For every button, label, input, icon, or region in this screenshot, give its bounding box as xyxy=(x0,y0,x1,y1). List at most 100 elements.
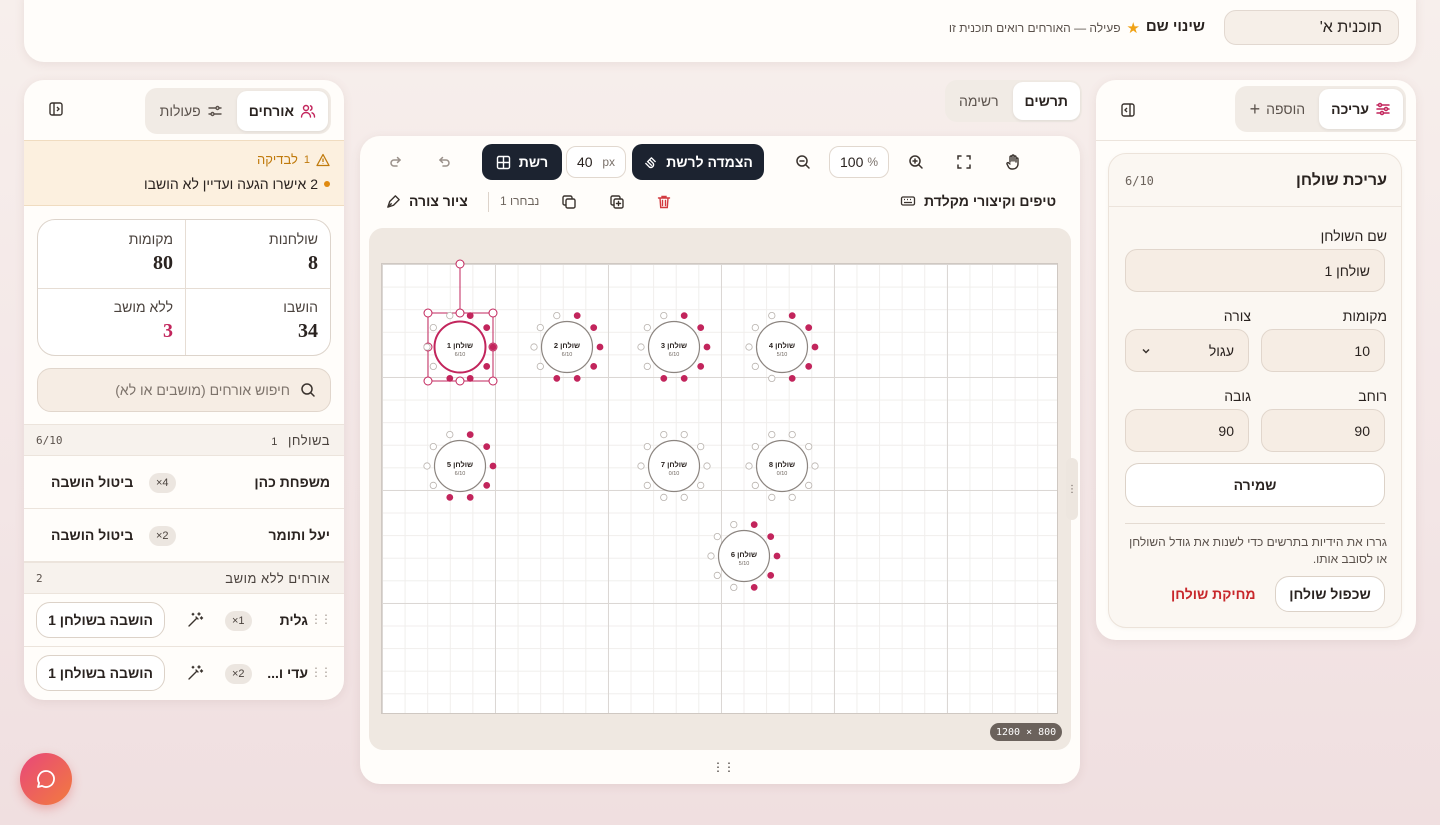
seat-empty[interactable] xyxy=(805,443,813,451)
seat-occupied[interactable] xyxy=(660,375,668,382)
seat-empty[interactable] xyxy=(429,362,437,371)
seat-occupied[interactable] xyxy=(750,583,758,591)
seat-occupied[interactable] xyxy=(788,375,796,382)
undo-icon[interactable] xyxy=(434,152,454,172)
zoom-out-icon[interactable] xyxy=(793,152,813,172)
seat-empty[interactable] xyxy=(536,323,544,332)
grid-toggle-button[interactable]: רשת xyxy=(482,144,562,180)
seats-field[interactable]: 10 xyxy=(1261,329,1385,372)
drag-handle-icon[interactable]: ⋮⋮ xyxy=(310,612,332,626)
seat-empty[interactable] xyxy=(429,443,437,451)
seat-occupied[interactable] xyxy=(466,312,474,319)
seat-empty[interactable] xyxy=(745,343,753,351)
chat-button[interactable] xyxy=(20,753,72,805)
pan-hand-icon[interactable] xyxy=(1002,151,1024,173)
seat-occupied[interactable] xyxy=(573,312,581,319)
grid-size-input[interactable]: 40 px xyxy=(566,146,626,178)
seat-occupied[interactable] xyxy=(446,493,454,501)
seat-empty[interactable] xyxy=(788,493,796,501)
snap-to-grid-button[interactable]: הצמדה לרשת xyxy=(632,144,764,180)
delete-table-button[interactable]: מחיקת שולחן xyxy=(1171,586,1256,602)
seat-occupied[interactable] xyxy=(483,481,491,489)
tab-add[interactable]: הוספה + xyxy=(1238,89,1317,129)
seat-empty[interactable] xyxy=(811,462,819,470)
seat-empty[interactable] xyxy=(697,481,705,489)
seat-empty[interactable] xyxy=(429,323,437,332)
duplicate-table-button[interactable]: שכפול שולחן xyxy=(1275,576,1385,612)
seat-empty[interactable] xyxy=(707,552,715,560)
seat-empty[interactable] xyxy=(637,343,645,351)
plan-name-field[interactable]: תוכנית א' xyxy=(1224,10,1399,45)
seat-occupied[interactable] xyxy=(553,375,561,382)
seat-empty[interactable] xyxy=(751,323,759,332)
zoom-input[interactable]: 100 % xyxy=(829,146,889,178)
seat-occupied[interactable] xyxy=(489,343,497,351)
seat-empty[interactable] xyxy=(768,374,776,383)
seat-empty[interactable] xyxy=(730,583,738,591)
seat-occupied[interactable] xyxy=(573,375,581,382)
resize-handle[interactable] xyxy=(423,308,433,318)
seat-occupied[interactable] xyxy=(596,343,604,351)
seat-empty[interactable] xyxy=(703,462,711,470)
seat-occupied[interactable] xyxy=(466,493,474,501)
magic-wand-icon[interactable] xyxy=(186,611,204,634)
seat-empty[interactable] xyxy=(751,481,759,489)
seat-occupied[interactable] xyxy=(805,324,813,331)
height-field[interactable]: 90 xyxy=(1125,409,1249,452)
seat-occupied[interactable] xyxy=(767,571,775,579)
table-1[interactable]: שולחן 1 6/10 xyxy=(423,311,497,382)
seat-empty[interactable] xyxy=(429,481,437,489)
shape-select[interactable]: עגול xyxy=(1125,329,1249,372)
fit-screen-icon[interactable] xyxy=(954,152,974,172)
table-3[interactable]: שולחן 3 6/10 xyxy=(637,311,711,382)
resize-handle[interactable] xyxy=(488,308,498,318)
zoom-in-icon[interactable] xyxy=(906,152,926,172)
duplicate-icon[interactable] xyxy=(607,192,627,212)
seat-empty[interactable] xyxy=(680,431,688,439)
unseat-button[interactable]: ביטול הושבה xyxy=(51,527,133,543)
seat-occupied[interactable] xyxy=(788,312,796,319)
trash-icon[interactable] xyxy=(654,192,674,212)
seat-occupied[interactable] xyxy=(466,375,474,382)
seat-occupied[interactable] xyxy=(773,552,781,560)
seat-occupied[interactable] xyxy=(446,375,454,382)
seat-empty[interactable] xyxy=(768,493,776,501)
seat-empty[interactable] xyxy=(768,431,776,439)
seat-empty[interactable] xyxy=(745,462,753,470)
seat-empty[interactable] xyxy=(768,311,776,320)
seat-occupied[interactable] xyxy=(590,324,598,331)
table-4[interactable]: שולחן 4 5/10 xyxy=(745,311,819,383)
redo-icon[interactable] xyxy=(386,152,406,172)
seat-empty[interactable] xyxy=(446,431,454,439)
unseated-guest-row[interactable]: ⋮⋮ גלית ×1 הושבה בשולחן 1 xyxy=(24,595,344,647)
copy-icon[interactable] xyxy=(559,192,579,212)
seat-occupied[interactable] xyxy=(489,462,497,470)
tab-diagram[interactable]: תרשים xyxy=(1012,82,1080,120)
seat-empty[interactable] xyxy=(536,362,544,371)
seat-empty[interactable] xyxy=(751,362,759,371)
rename-button[interactable]: שינוי שם xyxy=(1146,18,1205,35)
seat-occupied[interactable] xyxy=(767,533,775,541)
seat-occupied[interactable] xyxy=(805,363,813,370)
table-6[interactable]: שולחן 7 0/10 xyxy=(637,431,711,501)
seat-occupied[interactable] xyxy=(703,343,711,351)
width-field[interactable]: 90 xyxy=(1261,409,1385,452)
table-5[interactable]: שולחן 5 6/10 xyxy=(423,431,497,501)
seat-empty[interactable] xyxy=(730,520,738,529)
table-7[interactable]: שולחן 8 0/10 xyxy=(745,431,819,501)
tab-guests[interactable]: אורחים xyxy=(236,91,328,131)
seat-occupied[interactable] xyxy=(750,521,758,529)
seat-occupied[interactable] xyxy=(483,324,491,331)
canvas-area[interactable]: שולחן 1 6/10 שולחן 2 6/10 שולחן 3 6/10 שולחן 4… xyxy=(369,228,1071,750)
seat-empty[interactable] xyxy=(713,571,721,579)
seat-empty[interactable] xyxy=(660,431,668,439)
seat-occupied[interactable] xyxy=(590,363,598,370)
seat-empty[interactable] xyxy=(660,311,668,320)
tips-shortcuts-button[interactable]: טיפים וקיצורי מקלדת xyxy=(900,193,1056,209)
review-alert-item[interactable]: 2 אישרו הגעה ועדיין לא הושבו xyxy=(144,176,330,192)
seat-empty[interactable] xyxy=(713,532,721,541)
seat-empty[interactable] xyxy=(697,443,705,451)
seat-empty[interactable] xyxy=(637,462,645,470)
draw-shape-button[interactable]: ציור צורה xyxy=(386,193,468,209)
seat-occupied[interactable] xyxy=(483,363,491,370)
